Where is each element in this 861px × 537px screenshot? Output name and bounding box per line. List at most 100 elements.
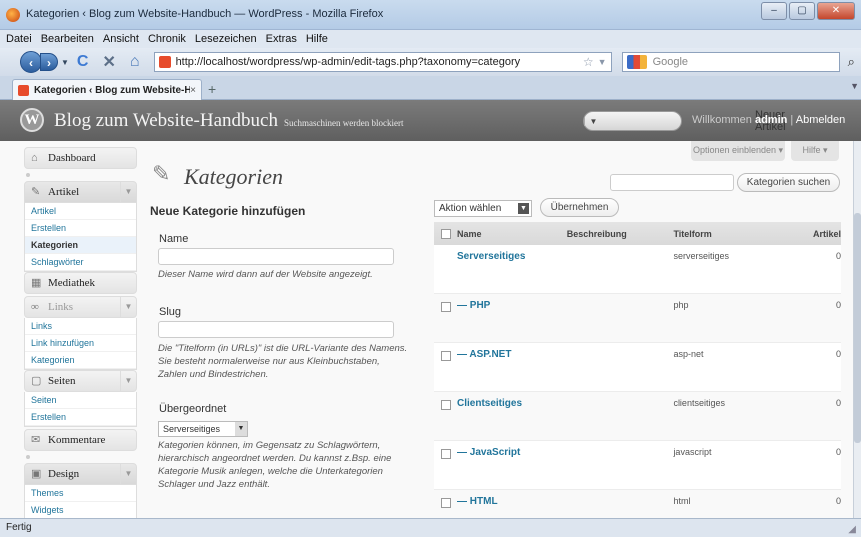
- back-button[interactable]: ‹: [20, 51, 42, 73]
- resize-grip-icon[interactable]: ◢: [848, 521, 856, 537]
- address-bar[interactable]: http://localhost/wordpress/wp-admin/edit…: [153, 52, 612, 72]
- maximize-button[interactable]: ▢: [789, 2, 815, 20]
- sidebar-item-mediathek[interactable]: ▦ Mediathek: [24, 272, 137, 294]
- logout-link[interactable]: Abmelden: [796, 114, 846, 126]
- column-name[interactable]: Name: [451, 229, 567, 239]
- apply-button[interactable]: Übernehmen: [540, 198, 619, 217]
- category-count[interactable]: 0: [789, 300, 841, 310]
- category-name-link[interactable]: — HTML: [451, 496, 567, 507]
- row-checkbox[interactable]: [441, 302, 451, 312]
- search-bar[interactable]: Google: [621, 52, 840, 72]
- add-category-heading: Neue Kategorie hinzufügen: [150, 204, 306, 218]
- expand-toggle-icon[interactable]: ▼: [120, 297, 136, 317]
- parent-hint: Kategorien können, im Gegensatz zu Schla…: [158, 440, 392, 490]
- search-icon[interactable]: ⌕: [848, 54, 855, 70]
- submenu-link-kategorien[interactable]: Kategorien: [25, 352, 136, 369]
- sidebar-item-artikel[interactable]: ✎ Artikel ▼: [24, 181, 137, 203]
- submenu-artikel[interactable]: Artikel: [25, 203, 136, 220]
- reload-icon[interactable]: C: [77, 53, 89, 71]
- parent-select[interactable]: Serverseitiges ▼: [158, 421, 248, 437]
- expand-toggle-icon[interactable]: ▼: [120, 182, 136, 202]
- menu-extras[interactable]: Extras: [266, 33, 297, 45]
- row-checkbox[interactable]: [441, 351, 451, 361]
- user-greeting: Willkommen admin | Abmelden: [692, 114, 845, 126]
- submenu-erstellen[interactable]: Erstellen: [25, 220, 136, 237]
- tab-list-icon[interactable]: ▼: [850, 81, 859, 91]
- category-count[interactable]: 0: [789, 349, 841, 359]
- blog-title[interactable]: Blog zum Website-Handbuch: [54, 110, 278, 132]
- category-name-link[interactable]: Clientseitiges: [451, 398, 567, 409]
- vertical-scrollbar[interactable]: [853, 141, 861, 518]
- column-description[interactable]: Beschreibung: [567, 229, 674, 239]
- category-count[interactable]: 0: [789, 496, 841, 506]
- menu-lesezeichen[interactable]: Lesezeichen: [195, 33, 257, 45]
- submenu-seiten-erstellen[interactable]: Erstellen: [25, 409, 136, 426]
- search-categories-button[interactable]: Kategorien suchen: [737, 173, 840, 192]
- category-slug: asp-net: [673, 349, 704, 359]
- submenu-seiten[interactable]: Seiten: [25, 392, 136, 409]
- menu-hilfe[interactable]: Hilfe: [306, 33, 328, 45]
- category-count[interactable]: 0: [789, 398, 841, 408]
- tab-close-icon[interactable]: ×: [190, 85, 196, 96]
- sidebar-item-dashboard[interactable]: ⌂ Dashboard: [24, 147, 137, 169]
- category-search-input[interactable]: [610, 174, 734, 191]
- history-dropdown-icon[interactable]: ▼: [61, 58, 69, 67]
- stop-icon[interactable]: ✕: [102, 52, 115, 72]
- submenu-links[interactable]: Links: [25, 318, 136, 335]
- menu-ansicht[interactable]: Ansicht: [103, 33, 139, 45]
- expand-toggle-icon[interactable]: ▼: [120, 464, 136, 484]
- sidebar-item-links[interactable]: ∞ Links ▼: [24, 296, 137, 318]
- submenu-link-hinzufuegen[interactable]: Link hinzufügen: [25, 335, 136, 352]
- new-post-dropdown-icon[interactable]: ▼: [584, 116, 602, 126]
- link-icon: ∞: [31, 300, 39, 313]
- chevron-down-icon[interactable]: ▼: [518, 203, 529, 214]
- chevron-down-icon[interactable]: ▼: [235, 422, 247, 436]
- bookmark-star-icon[interactable]: ☆: [583, 55, 594, 69]
- name-input[interactable]: [158, 248, 394, 265]
- close-window-button[interactable]: ✕: [817, 2, 855, 20]
- column-slug[interactable]: Titelform: [673, 229, 789, 239]
- category-name-link[interactable]: — JavaScript: [451, 447, 567, 458]
- new-tab-button[interactable]: +: [208, 81, 216, 97]
- select-all-checkbox[interactable]: [441, 228, 451, 239]
- expand-toggle-icon[interactable]: ▼: [120, 371, 136, 391]
- menu-datei[interactable]: Datei: [6, 33, 32, 45]
- sidebar-item-design[interactable]: ▣ Design ▼: [24, 463, 137, 485]
- category-name-link[interactable]: Serverseitiges: [451, 251, 567, 262]
- menu-bearbeiten[interactable]: Bearbeiten: [41, 33, 94, 45]
- submenu-widgets[interactable]: Widgets: [25, 502, 136, 518]
- parent-label: Übergeordnet: [159, 403, 227, 415]
- column-count[interactable]: Artikel: [789, 229, 841, 239]
- tab-kategorien[interactable]: Kategorien ‹ Blog zum Website-Hand... ×: [12, 79, 202, 100]
- sidebar-item-seiten[interactable]: ▢ Seiten ▼: [24, 370, 137, 392]
- scrollbar-thumb[interactable]: [854, 213, 861, 443]
- navigation-toolbar: ‹ › ▼ C ✕ ⌂ http://localhost/wordpress/w…: [0, 48, 861, 76]
- minimize-button[interactable]: –: [761, 2, 787, 20]
- row-checkbox[interactable]: [441, 449, 451, 459]
- slug-input[interactable]: [158, 321, 394, 338]
- submenu-themes[interactable]: Themes: [25, 485, 136, 502]
- url-text[interactable]: http://localhost/wordpress/wp-admin/edit…: [176, 56, 583, 68]
- screen-options-tab[interactable]: Optionen einblenden ▾: [691, 141, 785, 161]
- submenu-schlagwoerter[interactable]: Schlagwörter: [25, 254, 136, 271]
- new-post-button[interactable]: Neuer Artikel ▼: [583, 109, 786, 133]
- row-checkbox[interactable]: [441, 498, 451, 508]
- help-tab[interactable]: Hilfe ▾: [791, 141, 839, 161]
- home-icon[interactable]: ⌂: [130, 53, 140, 71]
- category-name-link[interactable]: — PHP: [451, 300, 567, 311]
- menu-chronik[interactable]: Chronik: [148, 33, 186, 45]
- google-icon[interactable]: [626, 55, 647, 69]
- category-count[interactable]: 0: [789, 251, 841, 261]
- url-dropdown-icon[interactable]: ▼: [598, 57, 607, 67]
- row-checkbox[interactable]: [441, 400, 451, 410]
- sidebar-item-kommentare[interactable]: ✉ Kommentare: [24, 429, 137, 451]
- category-name-link[interactable]: — ASP.NET: [451, 349, 567, 360]
- table-row: Serverseitiges serverseitiges 0: [434, 245, 841, 294]
- search-provider[interactable]: Google: [653, 56, 835, 68]
- category-count[interactable]: 0: [789, 447, 841, 457]
- bulk-action-select[interactable]: Aktion wählen ▼: [434, 200, 532, 217]
- submenu-kategorien[interactable]: Kategorien: [25, 237, 136, 254]
- user-name-link[interactable]: admin: [755, 114, 787, 126]
- forward-button[interactable]: ›: [40, 53, 58, 71]
- wordpress-logo-icon: W: [20, 108, 44, 132]
